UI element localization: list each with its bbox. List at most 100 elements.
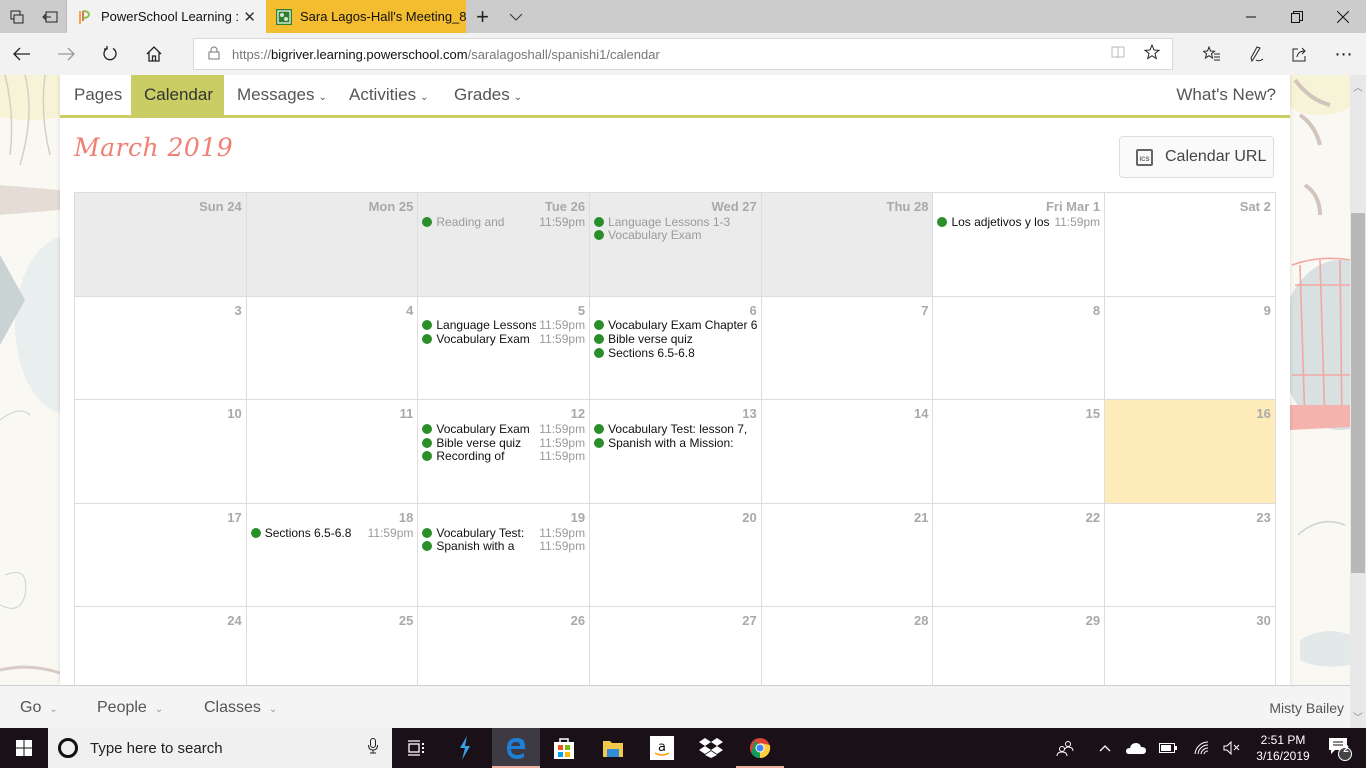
calendar-day[interactable]: 4	[245, 295, 418, 400]
close-window-button[interactable]	[1320, 0, 1366, 33]
nav-grades[interactable]: Grades ⌄	[441, 75, 535, 115]
calendar-day[interactable]: 26	[417, 606, 590, 685]
go-menu[interactable]: Go ⌄	[20, 686, 58, 729]
calendar-day[interactable]: 15	[932, 399, 1105, 503]
tab-preview-button[interactable]	[0, 0, 33, 33]
calendar-day-today[interactable]: 16	[1104, 399, 1276, 503]
home-button[interactable]	[132, 33, 176, 75]
calendar-day[interactable]: 3	[74, 295, 246, 400]
forward-button[interactable]	[44, 33, 88, 75]
calendar-day[interactable]: 28	[760, 606, 933, 685]
calendar-day[interactable]: 10	[74, 399, 246, 503]
reading-view-icon[interactable]	[1110, 44, 1126, 65]
wifi-icon[interactable]	[1190, 728, 1214, 768]
favorites-hub-button[interactable]	[1190, 33, 1234, 75]
calendar-day[interactable]: 13 Vocabulary Test: lesson 7, Spanish with…	[589, 399, 761, 503]
taskbar-app-chrome[interactable]	[736, 728, 784, 768]
calendar-event[interactable]: Recording of 11:59pm	[422, 449, 585, 463]
onedrive-icon[interactable]	[1124, 728, 1148, 768]
scroll-up-icon[interactable]: ︿	[1350, 79, 1366, 94]
calendar-day[interactable]: Tue 26 Reading and 11:59pm	[417, 192, 590, 296]
tab-powerschool[interactable]: PowerSchool Learning : ✕	[66, 0, 266, 33]
set-tabs-aside-button[interactable]	[33, 0, 66, 33]
microphone-icon[interactable]	[368, 738, 378, 758]
calendar-day[interactable]: 20	[589, 502, 761, 607]
nav-calendar[interactable]: Calendar	[131, 75, 224, 115]
calendar-event[interactable]: Vocabulary Test: 11:59pm	[422, 526, 585, 540]
restore-button[interactable]	[1274, 0, 1320, 33]
nav-activities[interactable]: Activities ⌄	[336, 75, 441, 115]
calendar-day[interactable]: 8	[932, 295, 1105, 400]
taskbar-search[interactable]: Type here to search	[48, 728, 392, 768]
minimize-button[interactable]	[1228, 0, 1274, 33]
task-view-button[interactable]	[392, 728, 440, 768]
action-center-button[interactable]: 2	[1320, 728, 1360, 768]
address-bar[interactable]: https://bigriver.learning.powerschool.co…	[193, 38, 1173, 70]
whats-new-link[interactable]: What's New?	[1163, 75, 1289, 115]
taskbar-clock[interactable]: 2:51 PM 3/16/2019	[1250, 728, 1316, 768]
calendar-event[interactable]: Vocabulary Exam 11:59pm	[422, 422, 585, 436]
calendar-day[interactable]: 29	[932, 606, 1105, 685]
calendar-event[interactable]: Vocabulary Exam 11:59pm	[422, 332, 585, 346]
volume-muted-icon[interactable]	[1220, 728, 1244, 768]
close-tab-icon[interactable]: ✕	[243, 8, 256, 26]
share-button[interactable]	[1278, 33, 1322, 75]
calendar-event[interactable]: Sections 6.5-6.8 11:59pm	[250, 526, 413, 540]
taskbar-app-lightning[interactable]	[441, 728, 489, 768]
refresh-button[interactable]	[88, 33, 132, 75]
calendar-event[interactable]: Los adjetivos y los 11:59pm	[937, 215, 1100, 229]
calendar-event[interactable]: Vocabulary Test: lesson 7,	[594, 422, 757, 436]
calendar-event[interactable]: Language Lessons 11:59pm	[422, 318, 585, 332]
show-hidden-icons-chevron-icon[interactable]	[1094, 728, 1116, 768]
calendar-day[interactable]: Thu 28	[760, 192, 933, 296]
people-menu[interactable]: People ⌄	[97, 686, 163, 729]
calendar-day[interactable]: Wed 27 Language Lessons 1-3 Vocabulary Exa…	[589, 192, 761, 296]
back-button[interactable]	[0, 33, 44, 75]
calendar-day[interactable]: 6 Vocabulary Exam Chapter 6 Bible verse qu…	[589, 295, 761, 400]
calendar-event[interactable]: Vocabulary Exam Chapter 6	[594, 318, 757, 332]
calendar-day[interactable]: 14	[760, 399, 933, 503]
calendar-day[interactable]: 5 Language Lessons 11:59pm Vocabulary Exam 1…	[417, 295, 590, 400]
calendar-day[interactable]: Mon 25	[245, 192, 418, 296]
calendar-day[interactable]: 25	[245, 606, 418, 685]
taskbar-app-amazon[interactable]: a	[638, 728, 686, 768]
calendar-day[interactable]: 21	[760, 502, 933, 607]
new-tab-button[interactable]: +	[466, 0, 499, 33]
calendar-day[interactable]: 24	[74, 606, 246, 685]
scrollbar-thumb[interactable]	[1351, 213, 1365, 573]
taskbar-app-dropbox[interactable]	[687, 728, 735, 768]
battery-icon[interactable]	[1156, 728, 1180, 768]
calendar-day[interactable]: 30	[1104, 606, 1276, 685]
web-note-button[interactable]	[1234, 33, 1278, 75]
calendar-event[interactable]: Bible verse quiz	[594, 332, 757, 346]
calendar-event[interactable]: Spanish with a Mission:	[594, 436, 757, 450]
vertical-scrollbar[interactable]: ︿ ﹀	[1350, 75, 1366, 728]
calendar-day[interactable]: Sun 24	[74, 192, 246, 296]
calendar-url-button[interactable]: ICS Calendar URL	[1119, 136, 1274, 178]
scroll-down-icon[interactable]: ﹀	[1350, 709, 1366, 724]
calendar-event[interactable]: Bible verse quiz 11:59pm	[422, 436, 585, 450]
start-button[interactable]	[0, 728, 48, 768]
calendar-day[interactable]: 7	[760, 295, 933, 400]
user-name[interactable]: Misty Bailey	[1269, 686, 1344, 729]
tab-meeting[interactable]: Sara Lagos-Hall's Meeting_8	[266, 0, 466, 33]
calendar-day[interactable]: Fri Mar 1 Los adjetivos y los 11:59pm	[932, 192, 1105, 296]
calendar-day[interactable]: 12 Vocabulary Exam 11:59pm Bible verse quiz…	[417, 399, 590, 503]
taskbar-app-edge[interactable]	[492, 728, 540, 768]
calendar-event[interactable]: Sections 6.5-6.8	[594, 346, 757, 360]
calendar-day[interactable]: 9	[1104, 295, 1276, 400]
calendar-day[interactable]: 11	[245, 399, 418, 503]
taskbar-app-store[interactable]	[540, 728, 588, 768]
tab-actions-chevron-icon[interactable]	[499, 0, 532, 33]
calendar-day[interactable]: 27	[589, 606, 761, 685]
calendar-event[interactable]: Vocabulary Exam	[594, 228, 757, 242]
calendar-day[interactable]: 22	[932, 502, 1105, 607]
calendar-day[interactable]: Sat 2	[1104, 192, 1276, 296]
calendar-day[interactable]: 19 Vocabulary Test: 11:59pm Spanish with a 1…	[417, 502, 590, 607]
nav-pages[interactable]: Pages	[61, 75, 135, 115]
calendar-day[interactable]: 17	[74, 502, 246, 607]
calendar-day[interactable]: 18 Sections 6.5-6.8 11:59pm	[245, 502, 418, 607]
nav-messages[interactable]: Messages ⌄	[224, 75, 340, 115]
favorite-star-icon[interactable]	[1143, 43, 1161, 65]
taskbar-app-file-explorer[interactable]	[589, 728, 637, 768]
